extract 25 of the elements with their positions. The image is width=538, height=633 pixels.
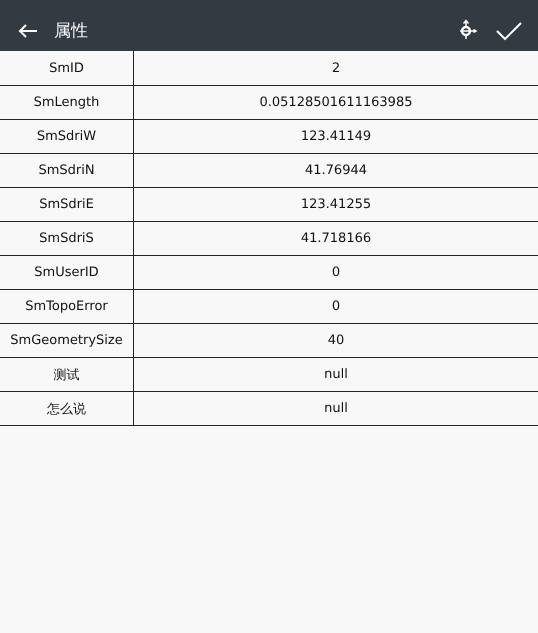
field-value-cell: 0.05128501611163985: [134, 85, 538, 119]
field-value-cell: 123.41149: [134, 119, 538, 153]
field-value-cell: null: [134, 357, 538, 391]
back-icon[interactable]: [18, 22, 38, 38]
field-name-cell: SmSdriE: [0, 187, 134, 221]
field-value-cell-text: 2: [330, 60, 342, 78]
field-name-cell: SmGeometrySize: [0, 323, 134, 357]
field-value-cell: 123.41255: [134, 187, 538, 221]
field-name-cell: SmID: [0, 51, 134, 85]
field-value-cell: 41.76944: [134, 153, 538, 187]
field-value-cell: 41.718166: [134, 221, 538, 255]
field-value-cell: 0: [134, 289, 538, 323]
page-title: 属性: [54, 20, 88, 42]
field-name-cell: 测试: [0, 357, 134, 391]
field-name-cell: SmUserID: [0, 255, 134, 289]
field-value-cell: 0: [134, 255, 538, 289]
field-name-cell: 怎么说: [0, 391, 134, 425]
field-value-cell: 40: [134, 323, 538, 357]
field-name-cell: SmSdriW: [0, 119, 134, 153]
check-icon[interactable]: [496, 20, 522, 40]
field-name-cell: SmLength: [0, 85, 134, 119]
field-value-cell: null: [134, 391, 538, 425]
field-name-cell: SmSdriN: [0, 153, 134, 187]
field-name-cell: SmSdriS: [0, 221, 134, 255]
field-name-cell: SmTopoError: [0, 289, 134, 323]
